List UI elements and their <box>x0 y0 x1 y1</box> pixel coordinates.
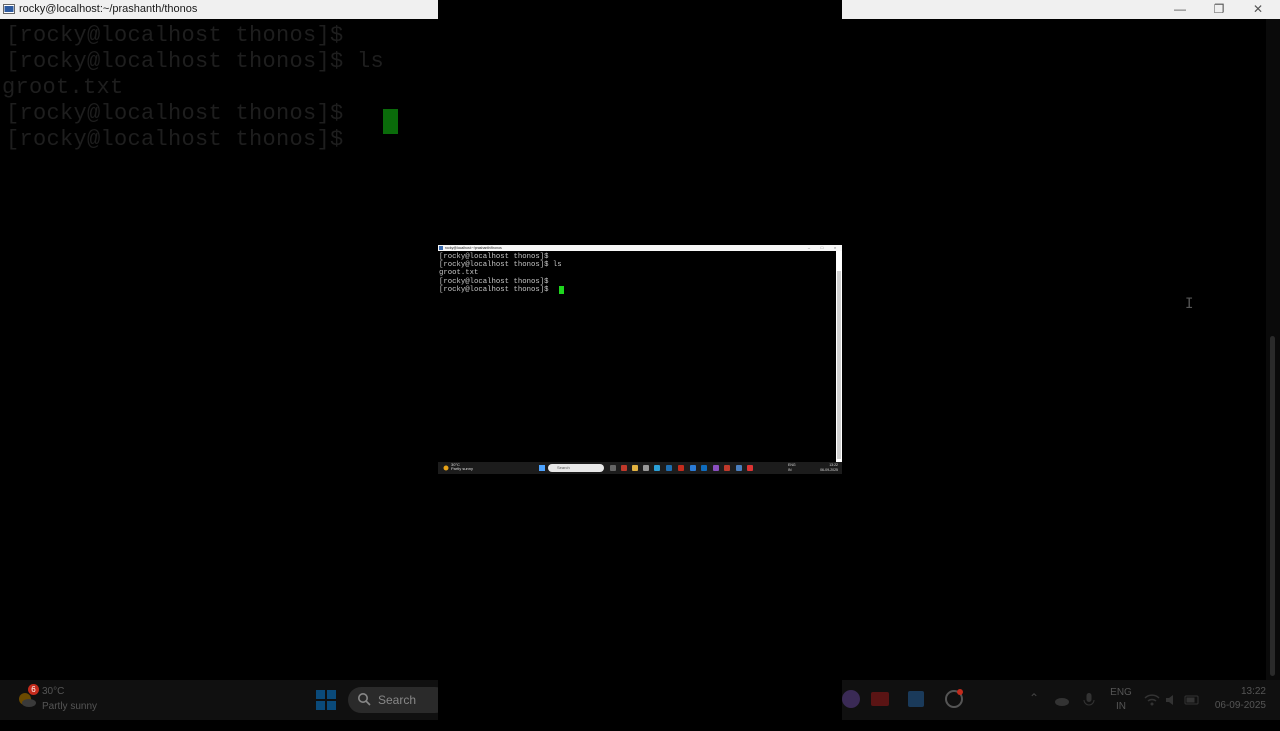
microphone-icon[interactable] <box>1081 692 1097 708</box>
speaker-icon[interactable] <box>1164 692 1180 708</box>
taskbar-search-box[interactable]: Search <box>548 464 604 472</box>
taskbar-app-icon[interactable] <box>643 465 649 471</box>
taskbar-app-icon[interactable] <box>713 465 719 471</box>
terminal-scrollbar[interactable] <box>836 251 842 462</box>
scrollbar-thumb[interactable] <box>837 271 841 459</box>
minimize-button[interactable]: — <box>1160 0 1200 19</box>
onedrive-cloud-icon[interactable] <box>1054 692 1070 708</box>
terminal-app-icon <box>3 4 15 14</box>
weather-description[interactable]: Partly sunny <box>42 701 97 712</box>
taskbar-app-icon[interactable] <box>869 688 891 710</box>
taskbar-app-icon[interactable] <box>736 465 742 471</box>
weather-temperature[interactable]: 30°C <box>42 686 64 697</box>
taskbar-app-icon[interactable] <box>747 465 753 471</box>
weather-badge: 6 <box>28 684 39 695</box>
file-explorer-icon[interactable] <box>632 465 638 471</box>
language-code: ENG <box>1110 687 1132 698</box>
taskbar-app-icon[interactable] <box>943 688 965 710</box>
clock-date: 06-09-2025 <box>1214 700 1266 711</box>
taskbar-app-icon[interactable] <box>621 465 627 471</box>
windows-start-icon[interactable] <box>539 465 545 471</box>
terminal-cursor <box>559 286 564 294</box>
terminal-line: [rocky@localhost thonos]$ <box>439 286 553 294</box>
recorded-window-title: rocky@localhost:~/prashanth/thonos <box>445 246 502 250</box>
close-button[interactable]: ✕ <box>1238 0 1278 19</box>
weather-widget[interactable]: 30°C Partly sunny <box>451 463 473 471</box>
region-code: IN <box>788 467 792 472</box>
language-indicator[interactable]: ENG IN <box>1108 686 1134 714</box>
edge-browser-icon[interactable] <box>654 465 660 471</box>
taskbar-search-box[interactable]: Search <box>348 687 448 713</box>
windows-start-icon[interactable] <box>315 689 337 711</box>
recorded-taskbar: 30°C Partly sunny Search ENG IN 13:22 06… <box>438 462 842 474</box>
taskbar-app-icon[interactable] <box>724 465 730 471</box>
taskbar-app-icon[interactable] <box>840 688 862 710</box>
taskbar-app-icon[interactable] <box>905 688 927 710</box>
taskbar-app-icon[interactable] <box>678 465 684 471</box>
terminal-line: [rocky@localhost thonos]$ <box>439 278 549 286</box>
terminal-line: groot.txt <box>439 269 479 277</box>
recorded-terminal-window[interactable]: rocky@localhost:~/prashanth/thonos – □ ×… <box>438 245 842 462</box>
recorded-terminal-area[interactable]: [rocky@localhost thonos]$ [rocky@localho… <box>438 251 836 462</box>
terminal-line: [rocky@localhost thonos]$ <box>6 23 344 48</box>
background-window-title: rocky@localhost:~/prashanth/thonos <box>19 3 198 15</box>
terminal-line: [rocky@localhost thonos]$ <box>6 101 344 126</box>
taskbar-app-icon[interactable] <box>690 465 696 471</box>
language-code: ENG <box>788 463 796 467</box>
chevron-up-icon[interactable]: ⌃ <box>1029 691 1039 731</box>
terminal-cursor <box>383 109 398 134</box>
terminal-line: [rocky@localhost thonos]$ ls <box>439 261 562 269</box>
text-cursor-icon: I <box>1185 296 1194 312</box>
taskbar-app-icon[interactable] <box>701 465 707 471</box>
clock-time: 13:22 <box>1240 686 1266 697</box>
clock-date: 06-09-2025 <box>820 467 838 472</box>
scrollbar-thumb[interactable] <box>1270 336 1275 676</box>
battery-icon[interactable] <box>1184 692 1200 708</box>
weather-sun-icon[interactable] <box>443 465 449 471</box>
system-clock[interactable]: 13:22 06-09-2025 <box>818 463 838 472</box>
weather-description: Partly sunny <box>451 466 474 471</box>
language-indicator[interactable]: ENG IN <box>788 463 796 472</box>
maximize-button[interactable]: ❐ <box>1199 0 1239 19</box>
wifi-icon[interactable] <box>1144 692 1160 708</box>
terminal-app-icon <box>439 246 443 250</box>
search-placeholder: Search <box>378 693 417 707</box>
taskbar-app-icon[interactable] <box>666 465 672 471</box>
terminal-line: groot.txt <box>2 75 124 100</box>
region-code: IN <box>1116 701 1126 712</box>
search-icon <box>358 693 371 706</box>
task-view-icon[interactable] <box>610 465 616 471</box>
search-placeholder: Search <box>557 465 570 470</box>
terminal-line: [rocky@localhost thonos]$ ls <box>6 49 385 74</box>
system-clock[interactable]: 13:22 06-09-2025 <box>1206 685 1266 713</box>
terminal-line: [rocky@localhost thonos]$ <box>439 253 549 261</box>
terminal-line: [rocky@localhost thonos]$ <box>6 127 358 152</box>
